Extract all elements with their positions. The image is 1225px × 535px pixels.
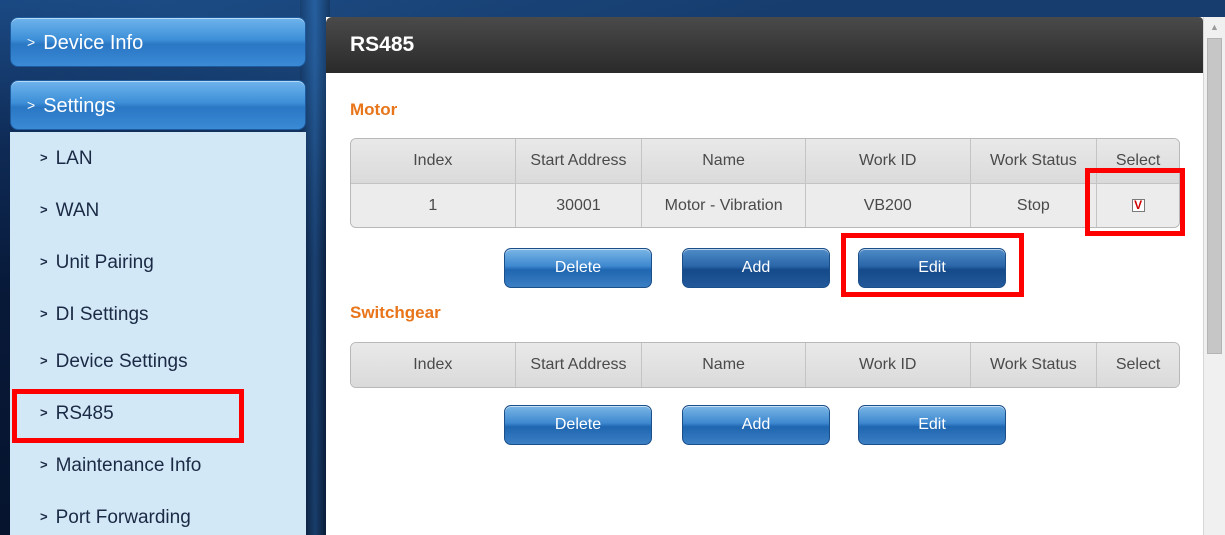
sidebar-item-label: Maintenance Info	[55, 455, 202, 476]
main-panel: RS485 Motor Index Start Address Name Wor…	[326, 17, 1203, 535]
chevron-right-icon: >	[40, 353, 48, 368]
motor-add-button[interactable]: Add	[682, 248, 830, 288]
column-header: Work Status	[969, 139, 1097, 183]
chevron-right-icon: >	[40, 254, 48, 269]
sidebar-item-label: WAN	[55, 200, 100, 221]
scrollbar-thumb[interactable]	[1207, 38, 1222, 354]
page-title: RS485	[326, 17, 1203, 73]
switchgear-add-button[interactable]: Add	[682, 405, 830, 445]
column-header: Index	[413, 152, 453, 169]
vertical-scrollbar[interactable]: ▲	[1203, 17, 1225, 535]
column-header: Start Address	[514, 139, 642, 183]
highlight-box-rs485	[12, 389, 244, 443]
column-header: Select	[1096, 343, 1179, 387]
table-row[interactable]: 1 30001 Motor - Vibration VB200 Stop V	[351, 183, 1179, 227]
highlight-box-select	[1085, 168, 1185, 236]
sidebar-item-label: Device Settings	[55, 351, 188, 372]
nav-device-info-label: Device Info	[43, 32, 144, 54]
sidebar-item-port-forwarding[interactable]: > Port Forwarding	[40, 504, 191, 532]
column-header: Name	[641, 343, 805, 387]
sidebar-item-maintenance-info[interactable]: > Maintenance Info	[40, 452, 201, 480]
sidebar-item-di-settings[interactable]: > DI Settings	[40, 301, 149, 329]
table-header-row: Index Start Address Name Work ID Work St…	[351, 343, 1179, 387]
cell-work-status: Stop	[969, 184, 1097, 227]
sidebar-item-label: Unit Pairing	[55, 252, 154, 273]
nav-device-info-button[interactable]: > Device Info	[10, 17, 306, 67]
column-header: Start Address	[514, 343, 642, 387]
chevron-right-icon: >	[40, 150, 48, 165]
sidebar-item-wan[interactable]: > WAN	[40, 197, 99, 225]
sidebar: > Device Info > Settings > LAN > WAN > Unit P…	[0, 0, 320, 535]
switchgear-delete-button[interactable]: Delete	[504, 405, 652, 445]
sidebar-item-label: LAN	[55, 148, 93, 169]
chevron-right-icon: >	[40, 306, 48, 321]
chevron-right-icon: >	[40, 509, 48, 524]
table-header-row: Index Start Address Name Work ID Work St…	[351, 139, 1179, 183]
nav-settings-button[interactable]: > Settings	[10, 80, 306, 130]
settings-submenu: > LAN > WAN > Unit Pairing > DI Settings > De…	[10, 132, 306, 535]
column-header: Work Status	[969, 343, 1097, 387]
sidebar-item-label: Port Forwarding	[55, 507, 191, 528]
column-header: Work ID	[804, 343, 970, 387]
switchgear-table: Index Start Address Name Work ID Work St…	[350, 342, 1180, 388]
motor-delete-button[interactable]: Delete	[504, 248, 652, 288]
switchgear-edit-button[interactable]: Edit	[858, 405, 1006, 445]
column-header: Work ID	[804, 139, 970, 183]
cell-work-id: VB200	[804, 184, 970, 227]
cell-name: Motor - Vibration	[641, 184, 805, 227]
nav-settings-label: Settings	[43, 95, 116, 117]
scroll-up-icon[interactable]: ▲	[1204, 17, 1225, 37]
cell-start-address: 30001	[514, 184, 642, 227]
cell-index: 1	[428, 196, 438, 214]
column-header: Index	[413, 356, 453, 373]
section-title-motor: Motor	[350, 100, 398, 119]
sidebar-item-lan[interactable]: > LAN	[40, 145, 93, 173]
column-header: Name	[641, 139, 805, 183]
motor-table: Index Start Address Name Work ID Work St…	[350, 138, 1180, 228]
highlight-box-edit	[841, 233, 1024, 297]
sidebar-item-device-settings[interactable]: > Device Settings	[40, 348, 188, 376]
chevron-right-icon: >	[27, 97, 36, 113]
chevron-right-icon: >	[40, 202, 48, 217]
chevron-right-icon: >	[27, 34, 36, 50]
sidebar-item-label: DI Settings	[55, 304, 149, 325]
chevron-right-icon: >	[40, 457, 48, 472]
sidebar-item-unit-pairing[interactable]: > Unit Pairing	[40, 249, 154, 277]
section-title-switchgear: Switchgear	[350, 303, 441, 322]
